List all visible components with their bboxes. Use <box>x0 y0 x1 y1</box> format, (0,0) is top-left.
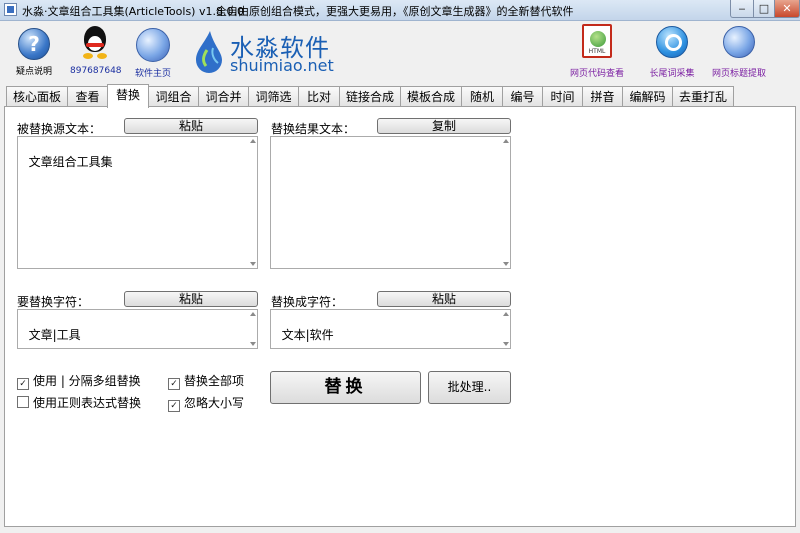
source-text-area[interactable]: 文章组合工具集 <box>17 136 258 269</box>
tab-pinyin[interactable]: 拼音 <box>582 86 623 107</box>
replace-with-paste-button[interactable]: 粘贴 <box>377 291 511 307</box>
source-text-value: 文章组合工具集 <box>28 155 113 169</box>
tab-replace[interactable]: 替换 <box>107 84 149 108</box>
result-text-label: 替换结果文本： <box>271 122 356 136</box>
tab-template-compose[interactable]: 模板合成 <box>400 86 462 107</box>
pipe-separator-checkbox[interactable]: ✓ 使用 | 分隔多组替换 <box>17 372 141 390</box>
globe-icon <box>136 28 170 62</box>
tab-random[interactable]: 随机 <box>461 86 503 107</box>
globe-search-icon <box>723 26 755 58</box>
pipe-separator-label: 使用 | 分隔多组替换 <box>33 374 141 388</box>
regex-label: 使用正则表达式替换 <box>33 396 142 410</box>
homepage-label: 软件主页 <box>134 69 171 79</box>
replace-all-checkbox[interactable]: ✓ 替换全部项 <box>168 372 244 390</box>
title-extract-label: 网页标题提取 <box>711 69 766 79</box>
tab-link-compose[interactable]: 链接合成 <box>339 86 401 107</box>
result-copy-button[interactable]: 复制 <box>377 118 511 134</box>
replace-all-check-icon: ✓ <box>168 378 180 390</box>
title-extract-button[interactable]: 网页标题提取 <box>708 26 770 79</box>
replace-with-text-area[interactable]: 文本|软件 <box>270 309 511 349</box>
source-paste-button[interactable]: 粘贴 <box>124 118 258 134</box>
find-text-value: 文章|工具 <box>28 328 81 342</box>
qq-penguin-icon <box>80 26 110 60</box>
help-icon: ? <box>18 28 50 60</box>
minimize-button[interactable]: ‒ <box>730 0 754 18</box>
help-label: 疑点说明 <box>15 67 52 77</box>
result-scrollbar[interactable] <box>500 137 510 268</box>
replace-with-text-value: 文本|软件 <box>281 328 334 342</box>
tab-view[interactable]: 查看 <box>67 86 108 107</box>
result-text-area[interactable] <box>270 136 511 269</box>
html-viewer-button[interactable]: HTML 网页代码查看 <box>566 24 628 79</box>
find-text-label: 要替换字符： <box>17 295 90 309</box>
tab-word-merge[interactable]: 词合并 <box>198 86 249 107</box>
tab-encode-decode[interactable]: 编解码 <box>622 86 673 107</box>
title-bar: 水淼·文章组合工具集(ArticleTools) v1.8.0.0 全自由原创组… <box>0 0 800 21</box>
replace-with-label: 替换成字符： <box>271 295 344 309</box>
pipe-check-icon: ✓ <box>17 378 29 390</box>
help-button[interactable]: ? 疑点说明 <box>12 28 56 77</box>
tab-compare[interactable]: 比对 <box>298 86 340 107</box>
regex-checkbox[interactable]: 使用正则表达式替换 <box>17 394 141 411</box>
window-slogan: 全自由原创组合模式，更强大更易用，《原创文章生成器》的全新替代软件 <box>216 5 574 18</box>
replace-button[interactable]: 替换 <box>270 371 421 404</box>
ignore-case-check-icon: ✓ <box>168 400 180 412</box>
html-file-icon: HTML <box>582 24 612 58</box>
regex-check-icon <box>17 396 29 408</box>
qq-button[interactable]: 897687648 <box>70 26 122 76</box>
tab-word-combine[interactable]: 词组合 <box>148 86 199 107</box>
homepage-button[interactable]: 软件主页 <box>128 28 178 79</box>
brand-url: shuimiao.net <box>230 56 334 75</box>
longtail-button[interactable]: 长尾词采集 <box>644 26 700 79</box>
brand-drop-icon <box>196 31 222 73</box>
find-text-area[interactable]: 文章|工具 <box>17 309 258 349</box>
qq-label: 897687648 <box>70 66 122 76</box>
tab-numbering[interactable]: 编号 <box>502 86 543 107</box>
source-text-label: 被替换源文本： <box>17 122 102 136</box>
maximize-button[interactable]: □ <box>753 0 775 18</box>
ignore-case-checkbox[interactable]: ✓ 忽略大小写 <box>168 394 244 412</box>
search-icon <box>656 26 688 58</box>
app-icon <box>4 3 17 16</box>
batch-process-button[interactable]: 批处理.. <box>428 371 511 404</box>
window-title: 水淼·文章组合工具集(ArticleTools) v1.8.0.0 <box>22 5 244 18</box>
tab-dedupe-shuffle[interactable]: 去重打乱 <box>672 86 734 107</box>
tab-time[interactable]: 时间 <box>542 86 583 107</box>
longtail-label: 长尾词采集 <box>649 69 695 79</box>
replace-all-label: 替换全部项 <box>184 374 245 388</box>
close-button[interactable]: ✕ <box>774 0 800 18</box>
tab-core-panel[interactable]: 核心面板 <box>6 86 68 107</box>
tab-word-filter[interactable]: 词筛选 <box>248 86 299 107</box>
html-viewer-label: 网页代码查看 <box>569 69 624 79</box>
tab-strip: 核心面板 查看 替换 词组合 词合并 词筛选 比对 链接合成 模板合成 随机 编… <box>0 84 800 108</box>
find-scrollbar[interactable] <box>247 310 257 348</box>
source-scrollbar[interactable] <box>247 137 257 268</box>
replace-with-scrollbar[interactable] <box>500 310 510 348</box>
ignore-case-label: 忽略大小写 <box>184 396 245 410</box>
find-paste-button[interactable]: 粘贴 <box>124 291 258 307</box>
